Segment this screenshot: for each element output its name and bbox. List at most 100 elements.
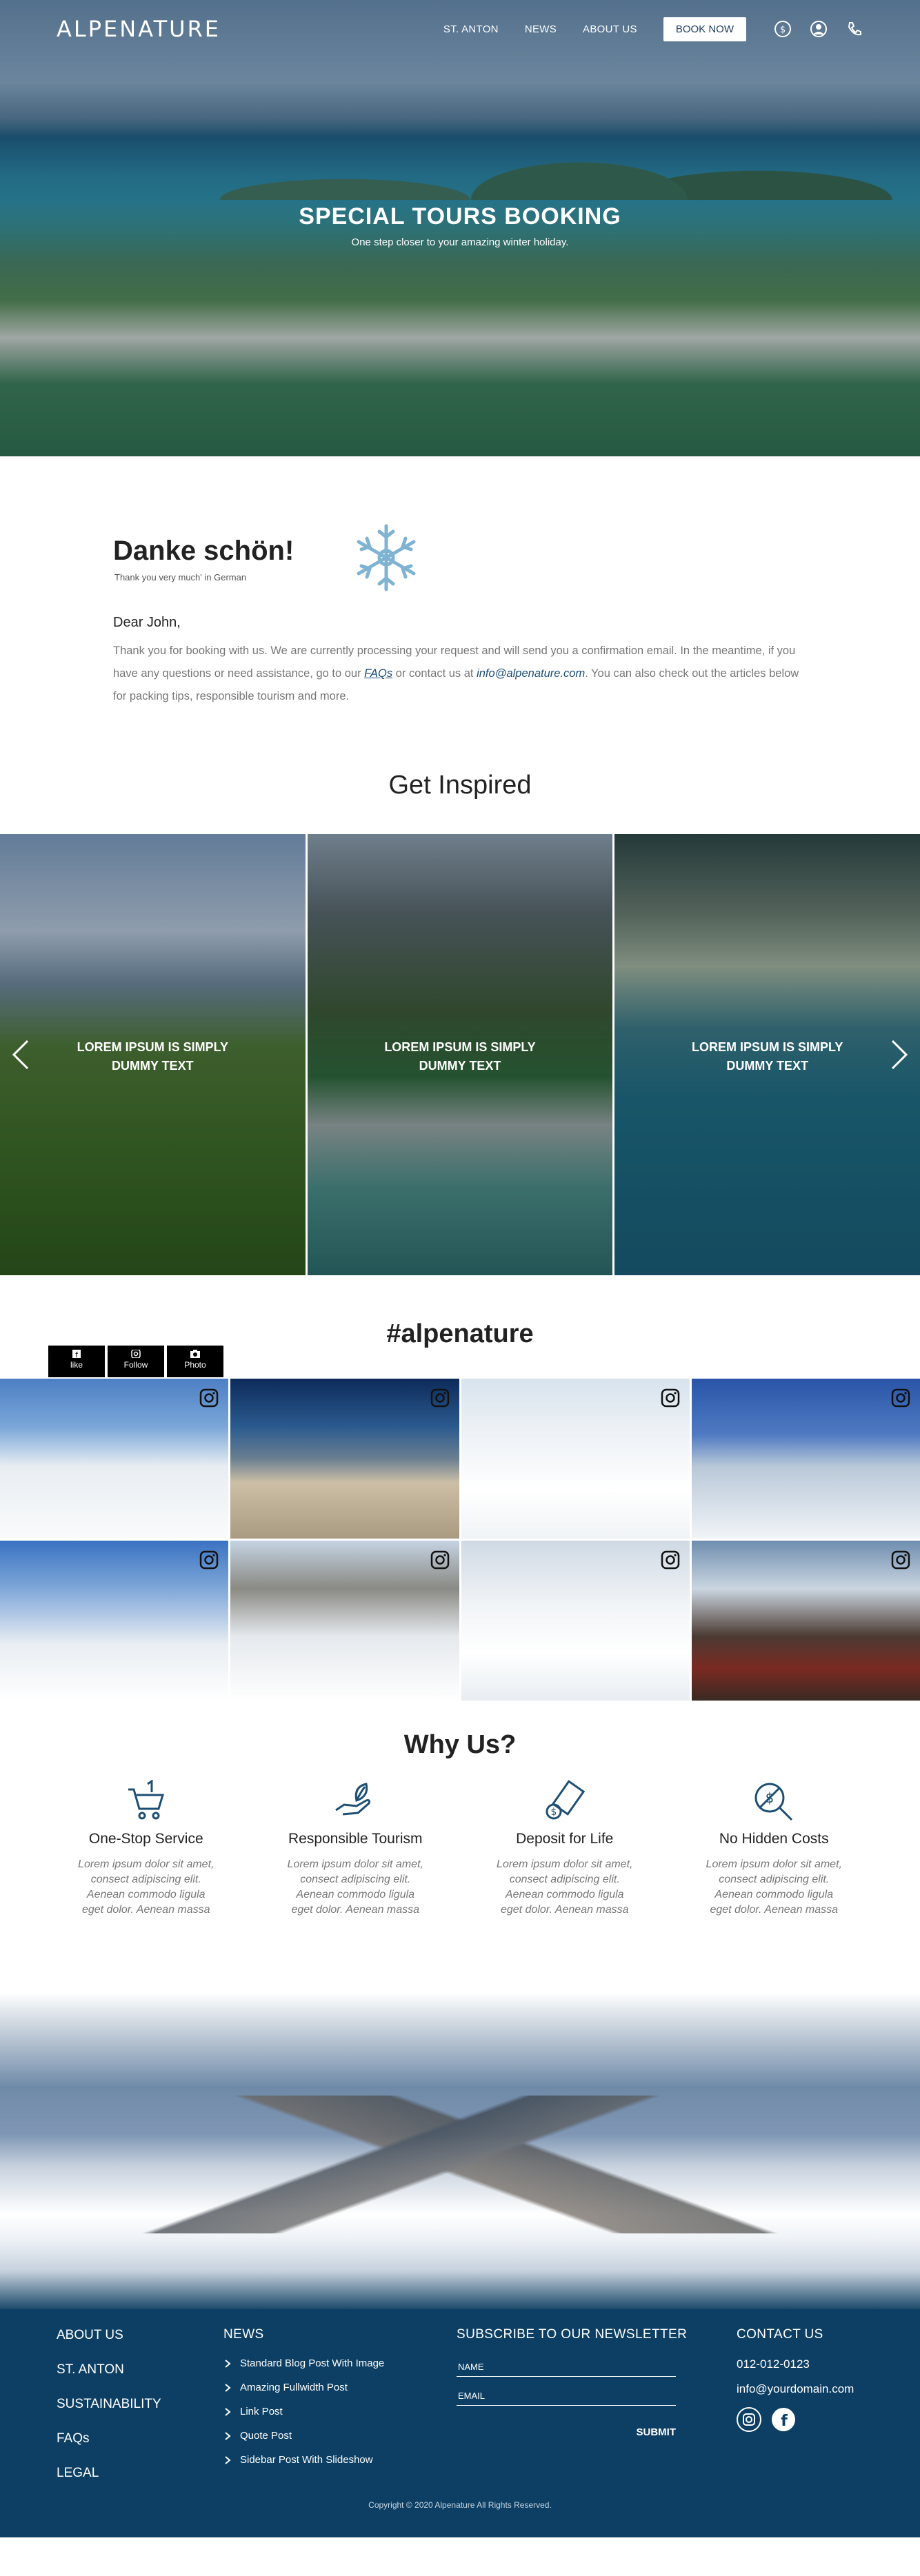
feature-text: Lorem ipsum dolor sit amet, consect adip… [287, 1858, 423, 1916]
svg-text:$: $ [780, 25, 786, 35]
nav-news[interactable]: NEWS [525, 23, 557, 35]
instagram-icon [661, 1550, 679, 1570]
feature-responsible-tourism: Responsible Tourism Lorem ipsum dolor si… [251, 1780, 461, 1918]
instagram-photo[interactable] [230, 1541, 459, 1701]
feature-deposit-for-life: $ Deposit for Life Lorem ipsum dolor sit… [460, 1780, 670, 1918]
cart-icon [128, 1780, 164, 1820]
instagram-photo[interactable] [0, 1541, 229, 1701]
contact-email[interactable]: info@yourdomain.com [737, 2382, 854, 2396]
footer-link-about-us[interactable]: ABOUT US [57, 2327, 161, 2344]
instagram-icon[interactable] [737, 2407, 761, 2432]
instagram-hashtag: #alpenature [386, 1319, 534, 1348]
chevron-right-icon [225, 2431, 231, 2440]
instagram-photo[interactable] [0, 1379, 229, 1539]
get-inspired-title: Get Inspired [388, 771, 532, 800]
facebook-icon: f [72, 1350, 81, 1358]
news-item-label: Amazing Fullwidth Post [240, 2382, 348, 2393]
instagram-photo[interactable] [230, 1379, 459, 1539]
no-cost-icon: $ [754, 1783, 793, 1821]
instagram-photo[interactable] [691, 1379, 920, 1539]
nav-links: ST. ANTON NEWS ABOUT US BOOK NOW [443, 17, 746, 41]
chevron-right-icon [891, 1039, 908, 1070]
footer-link-st-anton[interactable]: ST. ANTON [57, 2362, 161, 2378]
site-logo[interactable]: ALPENATURE [57, 16, 221, 42]
follow-button[interactable]: Follow [108, 1346, 164, 1377]
feature-title: Deposit for Life [516, 1831, 614, 1847]
email-field[interactable]: EMAIL [457, 2386, 676, 2406]
news-item[interactable]: Quote Post [223, 2430, 384, 2442]
photo-button[interactable]: Photo [167, 1346, 223, 1377]
book-now-button[interactable]: BOOK NOW [663, 17, 746, 41]
submit-button[interactable]: SUBMIT [457, 2426, 677, 2438]
footer-link-legal[interactable]: LEGAL [57, 2465, 161, 2482]
instagram-grid [0, 1379, 920, 1701]
hand-leaf-icon [335, 1783, 371, 1816]
email-link[interactable]: info@alpenature.com [477, 667, 585, 680]
user-icon[interactable] [810, 20, 828, 38]
instagram-photo[interactable] [461, 1379, 690, 1539]
slide-card[interactable]: LOREM IPSUM IS SIMPLY DUMMY TEXT [614, 834, 920, 1275]
news-item[interactable]: Standard Blog Post With Image [223, 2357, 384, 2369]
hero-banner: ALPENATURE ST. ANTON NEWS ABOUT US BOOK … [0, 0, 920, 456]
instagram-photo[interactable] [461, 1541, 690, 1701]
thank-you-subheading: Thank you very much' in German [114, 572, 247, 582]
instagram-icon [430, 1388, 449, 1408]
instagram-icon [891, 1388, 910, 1408]
slide-caption: LOREM IPSUM IS SIMPLY DUMMY TEXT [384, 1040, 536, 1073]
footer-link-sustainability[interactable]: SUSTAINABILITY [57, 2396, 161, 2413]
instagram-icon [200, 1388, 219, 1408]
nav-about-us[interactable]: ABOUT US [583, 23, 637, 35]
footer-link-faqs[interactable]: FAQs [57, 2431, 161, 2447]
contact-phone[interactable]: 012-012-0123 [737, 2357, 854, 2371]
name-field[interactable]: NAME [457, 2357, 676, 2377]
facebook-icon[interactable]: f [771, 2407, 796, 2432]
newsletter-form: SUBSCRIBE TO OUR NEWSLETTER NAME EMAIL S… [457, 2327, 687, 2438]
nav-st-anton[interactable]: ST. ANTON [443, 23, 499, 35]
slider-prev-button[interactable] [7, 1034, 34, 1075]
feature-text: Lorem ipsum dolor sit amet, consect adip… [78, 1858, 214, 1916]
contact-title: CONTACT US [737, 2327, 823, 2342]
like-label: like [70, 1360, 83, 1370]
inspiration-slider: LOREM IPSUM IS SIMPLY DUMMY TEXT LOREM I… [0, 834, 920, 1275]
news-item[interactable]: Amazing Fullwidth Post [223, 2382, 384, 2393]
svg-text:$: $ [550, 1807, 557, 1818]
thank-you-heading: Danke schön! [113, 536, 294, 566]
instagram-section: #alpenature f like Follow Photo [0, 1275, 920, 1703]
news-item-label: Sidebar Post With Slideshow [240, 2454, 373, 2466]
feature-one-stop-service: One-Stop Service Lorem ipsum dolor sit a… [41, 1780, 251, 1918]
copyright: Copyright © 2020 Alpenature All Rights R… [368, 2500, 552, 2510]
svg-text:f: f [781, 2413, 788, 2430]
feature-title: Responsible Tourism [288, 1831, 423, 1847]
instagram-icon [661, 1388, 679, 1408]
why-us-title: Why Us? [403, 1730, 517, 1759]
slider-next-button[interactable] [886, 1034, 913, 1075]
feature-text: Lorem ipsum dolor sit amet, consect adip… [497, 1858, 633, 1916]
slide-card[interactable]: LOREM IPSUM IS SIMPLY DUMMY TEXT [0, 834, 306, 1275]
mountain-banner [0, 1992, 920, 2309]
follow-label: Follow [123, 1360, 148, 1370]
feature-text: Lorem ipsum dolor sit amet, consect adip… [706, 1858, 842, 1916]
salutation: Dear John, [113, 615, 181, 630]
footer-contact: CONTACT US 012-012-0123 info@yourdomain.… [737, 2327, 854, 2432]
feature-list: One-Stop Service Lorem ipsum dolor sit a… [41, 1780, 879, 1918]
hero-title: SPECIAL TOURS BOOKING [299, 203, 621, 230]
feature-no-hidden-costs: $ No Hidden Costs Lorem ipsum dolor sit … [670, 1780, 879, 1918]
slide-card[interactable]: LOREM IPSUM IS SIMPLY DUMMY TEXT [307, 834, 613, 1275]
chevron-right-icon [225, 2407, 231, 2416]
top-nav: ALPENATURE ST. ANTON NEWS ABOUT US BOOK … [0, 0, 920, 58]
currency-icon[interactable]: $ [774, 20, 792, 38]
news-item-label: Link Post [240, 2406, 283, 2417]
news-item[interactable]: Sidebar Post With Slideshow [223, 2454, 384, 2466]
footer-news: NEWS Standard Blog Post With Image Amazi… [223, 2327, 384, 2478]
like-button[interactable]: f like [48, 1346, 105, 1377]
site-footer: ABOUT US ST. ANTON SUSTAINABILITY FAQs L… [0, 2309, 920, 2537]
photo-label: Photo [184, 1360, 206, 1370]
instagram-photo[interactable] [691, 1541, 920, 1701]
chevron-left-icon [12, 1039, 29, 1070]
news-item[interactable]: Link Post [223, 2406, 384, 2417]
faq-link[interactable]: FAQs [364, 667, 392, 680]
phone-icon[interactable] [846, 20, 863, 38]
svg-text:$: $ [766, 1789, 774, 1806]
feature-title: One-Stop Service [88, 1831, 203, 1847]
cash-icon: $ [546, 1780, 585, 1820]
